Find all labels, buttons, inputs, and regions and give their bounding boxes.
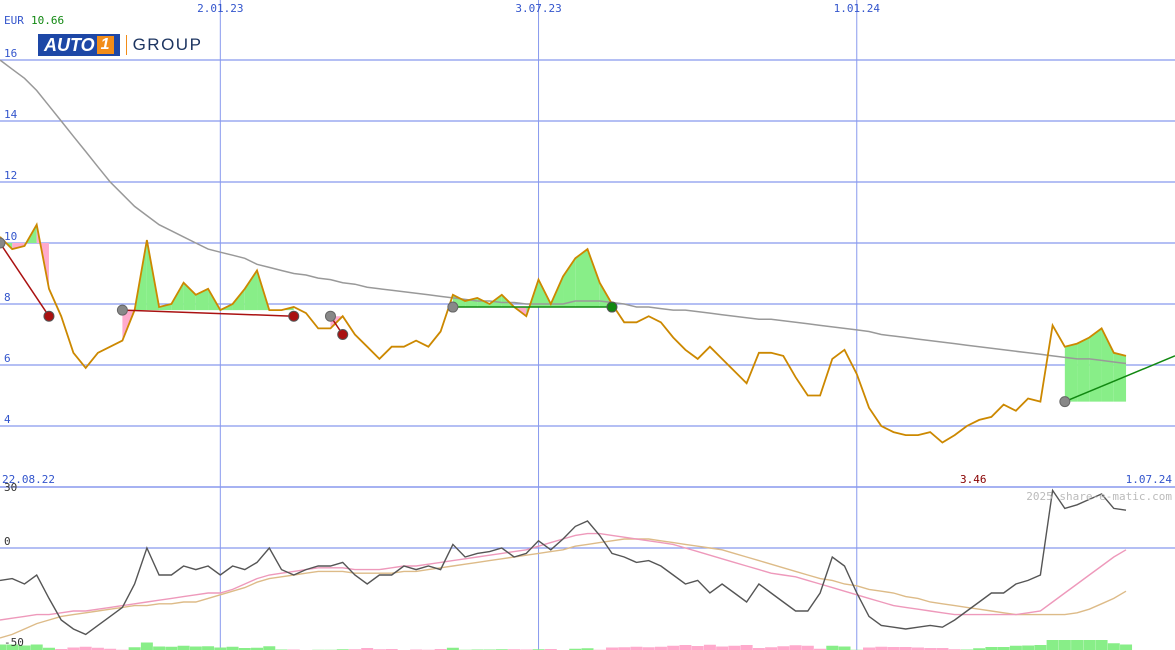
trade-entry-marker [324,310,336,322]
osc-histogram-bar [667,645,680,650]
osc-histogram-bar [801,645,814,650]
trade-exit-marker [288,310,300,322]
last-price-label: 10.66 [31,14,64,27]
osc-histogram-bar [1071,640,1084,650]
x-tick-label: 3.07.23 [515,2,561,15]
min-price-label: 3.46 [960,473,987,486]
osc-histogram-bar [1095,640,1108,650]
osc-histogram-bar [1058,640,1071,650]
osc-histogram-bar [679,645,692,650]
series-lines [0,59,1127,639]
osc-histogram-bar [789,645,802,650]
osc-histogram-bar [691,646,704,650]
chart-grid [0,0,1175,650]
y-tick-label: 16 [4,47,17,60]
osc-histogram-bar [202,646,215,650]
osc-tick-label: -50 [4,636,24,649]
x-tick-label: 2.01.23 [197,2,243,15]
end-date-label: 1.07.24 [1126,473,1173,486]
gain-area [183,282,196,311]
osc-histogram-bar [153,646,166,650]
trade-line [122,309,294,317]
y-tick-label: 12 [4,169,17,182]
osc-histogram-bar [1046,640,1059,650]
osc-tick-label: 0 [4,535,11,548]
osc-histogram-bar [1009,645,1022,650]
osc-histogram-bar [263,646,276,650]
osc-histogram-bar [777,646,790,650]
trade-fill-areas [0,224,1133,650]
osc-histogram-bar [740,645,753,650]
osc-histogram-bar [30,644,43,650]
trade-exit-marker [43,310,55,322]
osc-histogram-bar [177,645,190,650]
x-tick-labels: 2.01.23 3.07.23 1.01.24 [197,2,880,15]
osc-histogram-bar [1120,644,1133,650]
logo-text: AUTO [44,34,95,55]
trade-entry-marker [1059,396,1071,408]
osc-histogram-bar [838,646,851,650]
watermark: 2025 share-e-matic.com [1026,490,1172,503]
start-date-label: 22.08.22 [2,473,55,486]
y-tick-labels: 46810121416-50030 [4,47,24,649]
y-tick-label: 6 [4,352,11,365]
stock-chart: 46810121416-50030 2.01.23 3.07.23 1.01.24 … [0,0,1175,650]
osc-signal-slow [0,538,1127,639]
osc-histogram-bar [140,642,153,650]
trade-entry-marker [116,304,128,316]
osc-histogram-bar [1083,640,1096,650]
osc-histogram-bar [728,645,741,650]
logo-badge: AUTO 1 [38,34,120,56]
currency-label: EUR [4,14,24,27]
sma-line [0,59,1127,365]
osc-histogram-bar [189,646,202,650]
osc-histogram-bar [826,645,839,650]
y-tick-label: 4 [4,413,11,426]
trade-exit-marker [337,329,349,340]
logo-number: 1 [96,36,114,54]
y-tick-label: 14 [4,108,18,121]
company-logo: AUTO 1 GROUP [38,33,202,57]
gain-area [244,270,258,311]
osc-histogram-bar [1022,645,1035,650]
x-tick-label: 1.01.24 [834,2,881,15]
price-line [0,222,1127,444]
oscillator-line [0,488,1127,636]
osc-histogram-bar [1107,643,1120,650]
gain-area [1064,343,1078,402]
osc-histogram-bar [716,646,729,650]
gain-area [563,258,576,308]
trade-markers [0,237,1071,408]
logo-group-text: GROUP [125,35,203,55]
y-tick-label: 8 [4,291,11,304]
osc-histogram-bar [703,644,716,650]
osc-signal-fast [0,532,1127,621]
osc-histogram-bar [1034,645,1047,650]
trade-entry-marker [447,301,459,313]
y-tick-label: 10 [4,230,17,243]
trade-exit-marker [606,301,618,313]
